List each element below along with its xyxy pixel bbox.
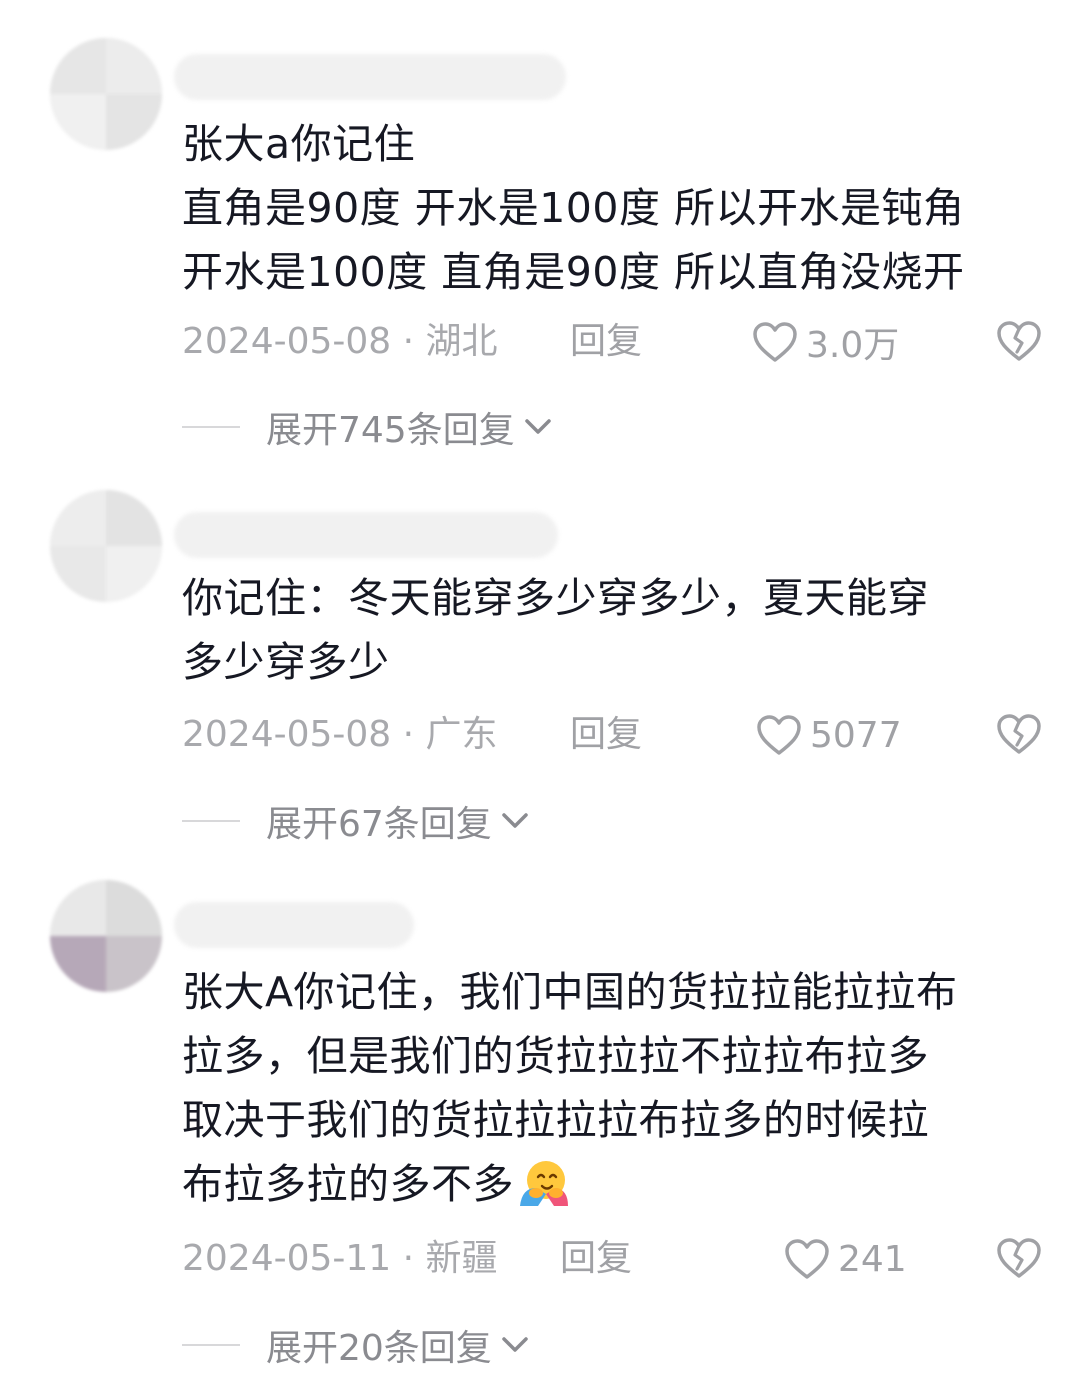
username-blurred[interactable] [174,902,414,948]
divider-dash [182,1344,240,1346]
comment-line: 多少穿多少 [182,638,390,686]
avatar[interactable] [50,38,162,150]
date-location: 2024-05-11 · 新疆 [182,1238,498,1279]
comment-line-text: 布拉多拉的多不多 [182,1160,514,1208]
comment-meta: 2024-05-08 · 广东 回复 5077 [182,710,1042,760]
like-count: 5077 [810,714,902,756]
heart-outline-icon [753,322,797,362]
comment-line: 张大A你记住，我们中国的货拉拉能拉拉布 [182,968,958,1016]
expand-replies-button[interactable]: 展开67条回复 [182,796,530,846]
comment-meta: 2024-05-08 · 湖北 回复 3.0万 [182,317,1042,367]
like-count: 3.0万 [806,325,900,366]
expand-replies-button[interactable]: 展开20条回复 [182,1320,530,1370]
like-button[interactable]: 3.0万 [752,317,899,367]
divider-dash [182,426,240,428]
comment-line: 开水是100度 直角是90度 所以直角没烧开 [182,248,965,296]
broken-heart-icon[interactable] [996,1236,1042,1280]
broken-heart-icon[interactable] [996,319,1042,363]
broken-heart-icon[interactable] [996,712,1042,756]
expand-replies-label: 展开67条回复 [266,804,492,845]
comment-line: 取决于我们的货拉拉拉拉布拉多的时候拉 [182,1096,929,1144]
avatar[interactable] [50,490,162,602]
expand-replies-label: 展开20条回复 [266,1328,492,1369]
hugging-face-emoji [520,1161,568,1206]
like-count: 241 [838,1238,907,1280]
reply-button[interactable]: 回复 [570,317,642,367]
reply-button[interactable]: 回复 [570,710,642,760]
avatar[interactable] [50,880,162,992]
date-location: 2024-05-08 · 广东 [182,714,498,755]
comment-line: 直角是90度 开水是100度 所以开水是钝角 [182,184,965,232]
comment-text: 你记住：冬天能穿多少穿多少，夏天能穿 多少穿多少 [182,566,1042,694]
comment-text: 张大a你记住 直角是90度 开水是100度 所以开水是钝角 开水是100度 直角… [182,112,1042,304]
username-blurred[interactable] [174,512,558,558]
heart-outline-icon [757,715,801,755]
comment-meta: 2024-05-11 · 新疆 回复 241 [182,1234,1042,1284]
comment-line: 张大a你记住 [182,120,416,168]
chevron-down-icon [502,813,528,828]
date-location: 2024-05-08 · 湖北 [182,321,498,362]
username-blurred[interactable] [174,54,566,100]
expand-replies-button[interactable]: 展开745条回复 [182,402,553,452]
chevron-down-icon [524,419,551,434]
comment-line: 拉多，但是我们的货拉拉拉不拉拉布拉多 [182,1032,929,1080]
like-button[interactable]: 5077 [756,710,902,760]
comment-line: 你记住：冬天能穿多少穿多少，夏天能穿 [182,574,929,622]
like-button[interactable]: 241 [784,1234,907,1284]
expand-replies-label: 展开745条回复 [266,410,515,451]
heart-outline-icon [785,1239,829,1279]
divider-dash [182,820,240,822]
chevron-down-icon [502,1337,528,1352]
reply-button[interactable]: 回复 [560,1234,632,1284]
comment-line-with-emoji: 布拉多拉的多不多 [182,1152,1042,1216]
comment-text: 张大A你记住，我们中国的货拉拉能拉拉布 拉多，但是我们的货拉拉拉不拉拉布拉多 取… [182,960,1042,1216]
